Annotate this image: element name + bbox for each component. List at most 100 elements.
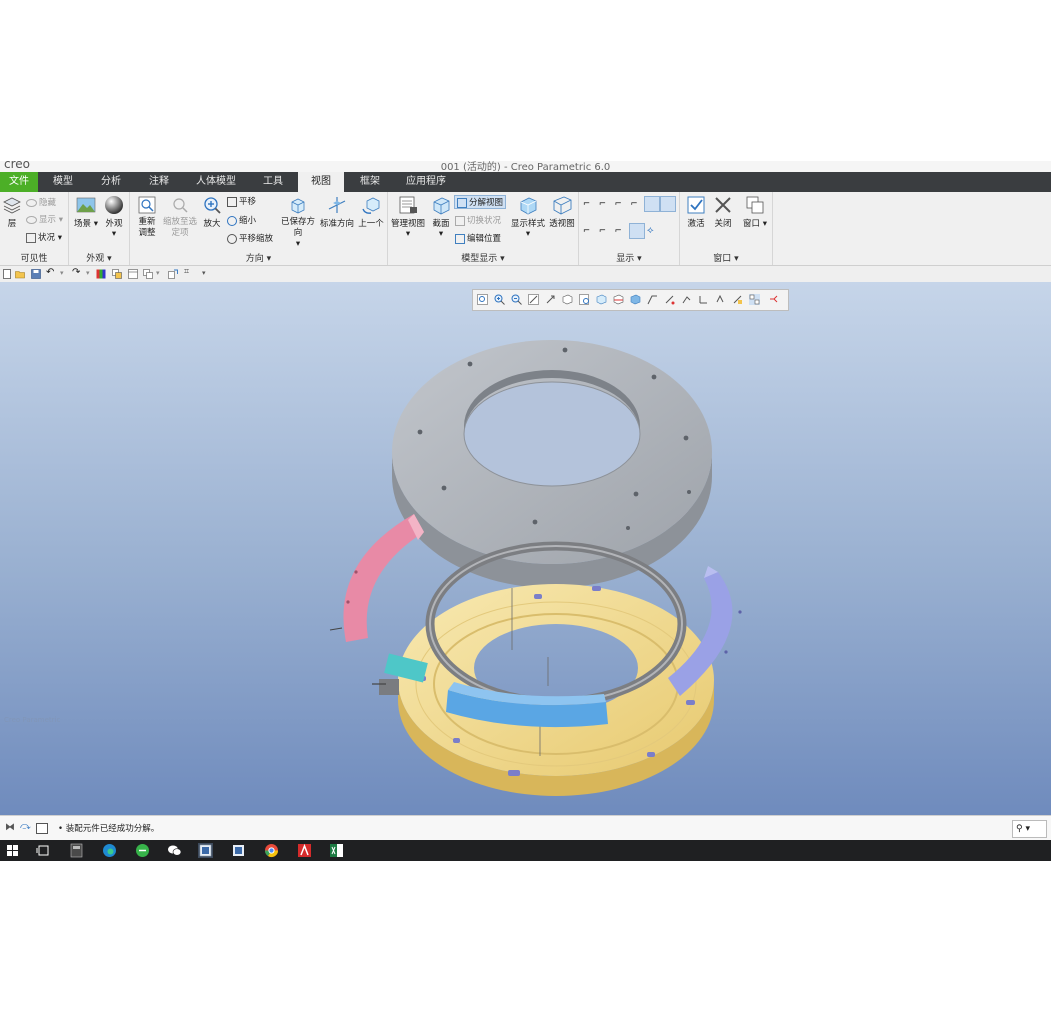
creo-taskbar-icon[interactable]: [198, 843, 213, 858]
explode-icon: [457, 197, 467, 208]
autocad-icon[interactable]: [297, 843, 312, 858]
undo-dropdown-icon[interactable]: ▾: [60, 269, 70, 279]
layer-button[interactable]: 层: [1, 195, 23, 229]
appearance-button[interactable]: 外观 ▾: [101, 195, 127, 239]
graphics-viewport[interactable]: Creo Parametric: [0, 282, 1051, 815]
document-viewer-icon[interactable]: [231, 843, 246, 858]
tab-view[interactable]: 视图: [298, 172, 344, 192]
selection-filter-dropdown[interactable]: ⚲ ▾: [1012, 820, 1047, 838]
undo-icon[interactable]: ↶: [46, 267, 56, 278]
group-model-display: 管理视图 ▾ 截面 ▾ 分解视图 切换状况 编辑位置 显示样式 ▾ 透视图 模型…: [388, 192, 579, 265]
regenerate-icon[interactable]: [96, 269, 106, 279]
new-file-icon[interactable]: [2, 269, 12, 279]
edit-position-button[interactable]: 编辑位置: [455, 232, 501, 244]
status-button[interactable]: 状况 ▾: [26, 231, 62, 243]
explode-view-button[interactable]: 分解视图: [454, 195, 507, 209]
tab-analysis[interactable]: 分析: [92, 172, 130, 192]
tab-annotate[interactable]: 注释: [140, 172, 178, 192]
fullscreen-icon[interactable]: [36, 823, 48, 834]
copy-icon[interactable]: [143, 269, 153, 279]
datum-toggle-2[interactable]: [660, 196, 676, 212]
creo-window: creo 001 (活动的) - Creo Parametric 6.0 文件 …: [0, 161, 1051, 861]
status-message: • 装配元件已经成功分解。: [58, 824, 160, 834]
window-icon[interactable]: [128, 269, 138, 279]
hide-button[interactable]: 隐藏: [26, 196, 56, 208]
previous-button[interactable]: 上一个: [357, 195, 385, 229]
connector-icon[interactable]: ⟡: [647, 225, 654, 236]
saved-orientations-button[interactable]: 已保存方向 ▾: [281, 195, 315, 249]
customize-toolbar-icon[interactable]: ▾: [202, 269, 212, 279]
pan-zoom-icon: [227, 233, 237, 244]
zoom-in-button[interactable]: 放大: [199, 195, 225, 229]
standard-orientation-button[interactable]: 标准方向: [319, 195, 355, 229]
datum-display-row-1[interactable]: ⌐ ⌐ ⌐ ⌐: [583, 199, 641, 209]
perspective-button[interactable]: 透视图: [548, 195, 576, 229]
display-style-button[interactable]: 显示样式 ▾: [510, 195, 546, 239]
redo-dropdown-icon[interactable]: ▾: [86, 269, 96, 279]
section-label: 截面: [432, 219, 450, 229]
tab-manikin[interactable]: 人体模型: [190, 172, 242, 192]
open-folder-icon[interactable]: [15, 269, 25, 279]
window-group-text: 窗口: [713, 254, 732, 264]
perspective-icon: [553, 196, 572, 215]
ribbon-tab-strip: 文件 模型 分析 注释 人体模型 工具 视图 框架 应用程序: [0, 172, 1051, 192]
appearance-group-text: 外观: [86, 254, 105, 264]
spreadsheet-icon[interactable]: [329, 843, 344, 858]
saved-orientations-label: 已保存方向: [281, 217, 316, 238]
yellow-base-ring-part: [398, 584, 714, 796]
datum-toggle-1[interactable]: [644, 196, 660, 212]
windows-button[interactable]: 窗口 ▾: [740, 195, 770, 229]
close-button[interactable]: 关闭: [710, 195, 736, 229]
zoom-to-selected-button[interactable]: 缩放至选定项: [163, 195, 197, 239]
group-label-show: 显示 ▾: [616, 254, 642, 264]
zoom-out-button[interactable]: 缩小: [227, 214, 256, 226]
green-app-icon[interactable]: [135, 843, 150, 858]
display-style-icon: [520, 197, 537, 215]
toggle-status-button[interactable]: 切换状况: [455, 214, 501, 226]
tab-framework[interactable]: 框架: [352, 172, 388, 192]
start-icon[interactable]: [5, 843, 20, 858]
tab-tools[interactable]: 工具: [254, 172, 292, 192]
redo-icon[interactable]: ↷: [72, 267, 82, 278]
chrome-icon[interactable]: [264, 843, 279, 858]
windows-toggle-icon[interactable]: [112, 269, 122, 279]
group-visibility: 层 隐藏 显示 ▾ 状况 ▾ 可见性: [0, 192, 69, 265]
save-icon[interactable]: [31, 269, 41, 279]
browser-toggle-icon[interactable]: ⤼: [20, 821, 31, 832]
refit-button[interactable]: 重新调整: [133, 195, 161, 239]
pan-button[interactable]: 平移: [227, 195, 256, 207]
manage-views-icon: [399, 196, 417, 214]
show-icon: [26, 215, 37, 224]
edge-browser-icon[interactable]: [102, 843, 117, 858]
edit-position-label: 编辑位置: [467, 234, 502, 244]
show-group-text: 显示: [616, 254, 635, 264]
group-label-window: 窗口 ▾: [713, 254, 739, 264]
activate-button[interactable]: 激活: [683, 195, 709, 229]
title-bar: creo 001 (活动的) - Creo Parametric 6.0: [0, 161, 1051, 172]
previous-orientation-icon: [362, 197, 380, 214]
activate-label: 激活: [687, 219, 705, 229]
switch-window-icon[interactable]: [168, 269, 178, 279]
section-button[interactable]: 截面 ▾: [428, 195, 454, 239]
scene-button[interactable]: 场景 ▾: [73, 195, 99, 229]
tab-file[interactable]: 文件: [0, 172, 38, 192]
close-window-icon[interactable]: ⌗: [184, 267, 194, 277]
tab-applications[interactable]: 应用程序: [400, 172, 452, 192]
perspective-label: 透视图: [549, 219, 575, 229]
edit-position-icon: [455, 233, 465, 244]
group-label-appearance: 外观 ▾: [86, 254, 112, 264]
wechat-icon[interactable]: [167, 843, 182, 858]
tree-toggle-icon[interactable]: ⧓: [5, 822, 15, 833]
hide-label: 隐藏: [39, 198, 57, 208]
copy-dropdown-icon[interactable]: ▾: [156, 269, 166, 279]
hide-icon: [26, 198, 37, 207]
calculator-icon[interactable]: [69, 843, 84, 858]
show-button[interactable]: 显示 ▾: [26, 213, 63, 225]
manage-views-button[interactable]: 管理视图 ▾: [390, 195, 426, 239]
appearance-label: 外观: [105, 219, 123, 229]
datum-display-row-2[interactable]: ⌐ ⌐ ⌐: [583, 226, 625, 236]
datum-toggle-3[interactable]: [629, 223, 645, 239]
pan-zoom-button[interactable]: 平移缩放: [227, 232, 273, 244]
tab-model[interactable]: 模型: [44, 172, 82, 192]
task-view-icon[interactable]: [36, 843, 51, 858]
